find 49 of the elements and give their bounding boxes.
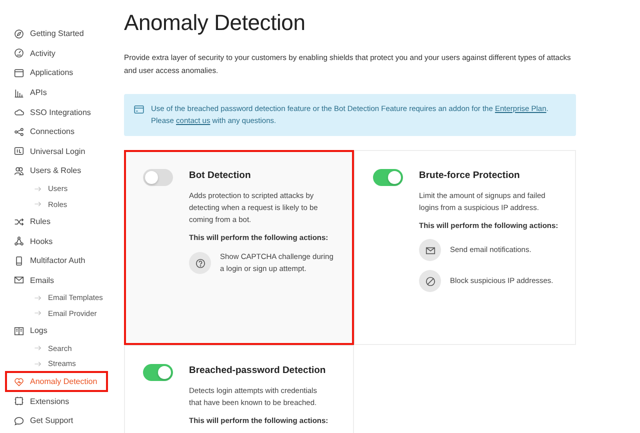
nav-item[interactable]: Hooks (6, 231, 59, 251)
nav-item[interactable]: Applications (6, 63, 80, 83)
arrow-icon (34, 345, 42, 352)
nav-item[interactable]: SSO Integrations (6, 102, 97, 122)
nav-item[interactable]: Get Support (6, 410, 80, 430)
share-nodes-icon (14, 126, 24, 137)
shield-title: Brute-force Protection (419, 170, 521, 181)
nav-item[interactable]: Logs (6, 321, 54, 341)
toggle-switch[interactable] (373, 169, 403, 186)
window-icon (14, 68, 24, 78)
nav-item[interactable]: Connections (6, 122, 80, 142)
nav-item[interactable]: Rules (6, 212, 56, 232)
bar-chart-icon (14, 88, 24, 98)
heart-icon (14, 376, 24, 387)
block-icon (419, 270, 441, 292)
shield-title: Bot Detection (189, 170, 252, 181)
nav-item[interactable]: Activity (6, 44, 62, 64)
arrow-icon (34, 186, 42, 192)
shuffle-icon (14, 216, 24, 227)
arrow-icon (34, 360, 42, 367)
phone-icon (14, 256, 24, 266)
speech-bubble-icon (14, 416, 24, 426)
people-icon (14, 166, 24, 176)
nav-item[interactable]: Users & Roles (6, 161, 88, 181)
login-screen-icon (14, 146, 24, 156)
triangle-nodes-icon (14, 236, 24, 246)
arrow-icon (34, 201, 42, 207)
nav-item[interactable]: Getting Started (6, 24, 90, 44)
nav-item[interactable]: Multifactor Auth (6, 250, 92, 271)
nav-item[interactable]: Universal Login (6, 142, 92, 162)
toggle-switch[interactable] (143, 169, 173, 186)
envelope-icon (419, 239, 441, 261)
arrow-icon (34, 310, 42, 316)
shield-title: Breached-password Detection (189, 365, 327, 376)
nav-item[interactable]: Anomaly Detection (6, 372, 107, 392)
nav-item[interactable]: Extensions (6, 391, 76, 411)
page-title: Anomaly Detection (124, 10, 306, 36)
envelope-icon (14, 275, 24, 286)
credit-card-icon (134, 105, 144, 114)
toggle-switch[interactable] (143, 364, 173, 381)
arrow-icon (34, 294, 42, 301)
question-icon (189, 252, 211, 274)
nav-item[interactable]: Emails (6, 270, 60, 290)
compass-icon (14, 28, 24, 39)
cloud-icon (14, 107, 24, 118)
book-icon (14, 326, 24, 336)
chip-icon (14, 396, 24, 406)
gauge-icon (14, 48, 24, 58)
nav-item[interactable]: APIs (6, 82, 53, 102)
